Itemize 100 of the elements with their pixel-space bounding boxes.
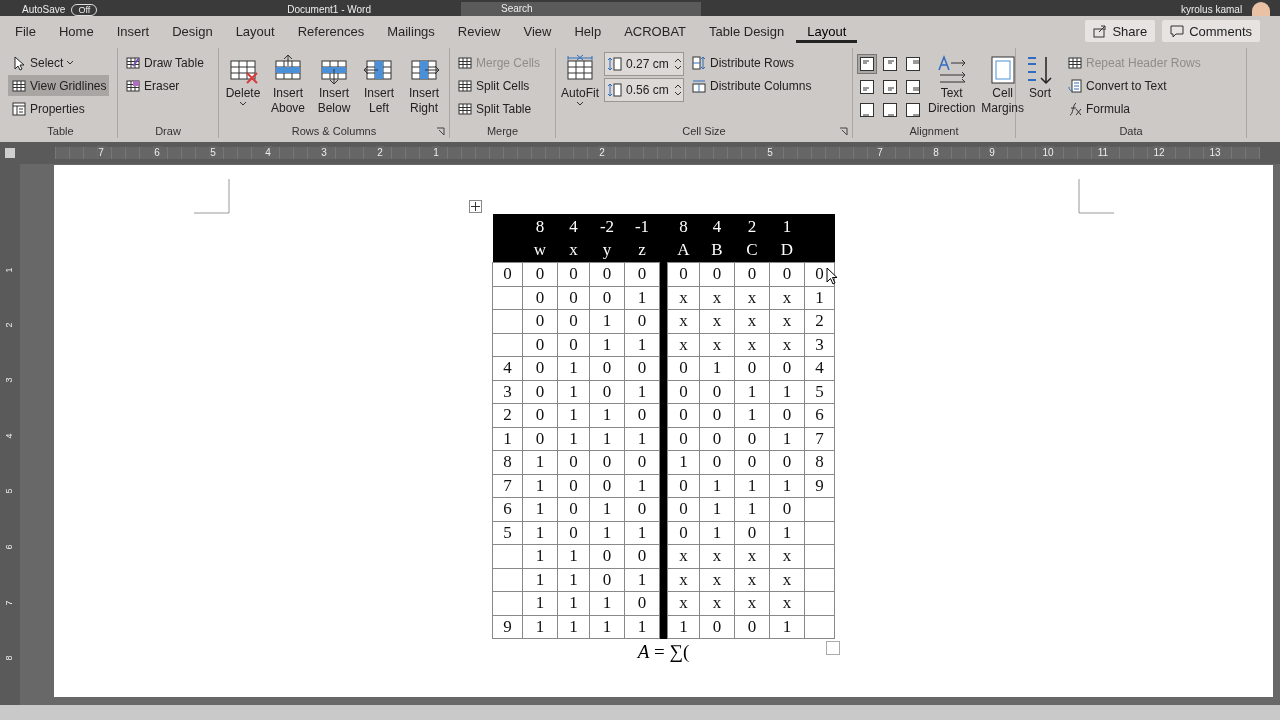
avatar[interactable] xyxy=(1252,2,1271,16)
table-cell xyxy=(804,521,835,545)
table-cell: 5 xyxy=(492,521,523,545)
resize-handle-icon[interactable] xyxy=(826,641,840,655)
ribbon-button[interactable]: Insert Left xyxy=(359,52,399,118)
ribbon-button[interactable]: AutoFit xyxy=(560,52,600,109)
table-cell xyxy=(492,544,523,568)
table-icon xyxy=(457,77,473,94)
ribbon-button[interactable]: View Gridlines xyxy=(8,75,110,96)
table-cell xyxy=(492,591,523,615)
ribbon-tab[interactable]: Help xyxy=(563,20,613,42)
ribbon-button[interactable]: Distribute Rows xyxy=(688,52,815,73)
table-cell: 6 xyxy=(492,497,523,521)
table-cell: x xyxy=(667,568,700,592)
size-field[interactable]: 0.56 cm xyxy=(604,78,684,102)
row-height-icon xyxy=(607,56,623,72)
ribbon-button[interactable]: Eraser xyxy=(122,75,207,96)
properties-icon xyxy=(11,100,27,117)
ribbon-button[interactable]: Text Direction xyxy=(927,52,977,118)
dialog-launcher-icon[interactable] xyxy=(839,127,848,136)
header-cell: 2 C xyxy=(734,214,770,263)
ribbon-button[interactable]: Distribute Columns xyxy=(688,75,815,96)
search-field[interactable]: Search xyxy=(460,2,701,16)
ribbon-button[interactable]: Formula xyxy=(1064,98,1204,119)
table-cell: 7 xyxy=(492,474,523,498)
ribbon-button[interactable]: Select xyxy=(8,52,110,73)
align-button[interactable] xyxy=(903,54,923,74)
table-cell: 1 xyxy=(589,615,625,639)
table-cell xyxy=(804,591,835,615)
ruler-number: 10 xyxy=(1041,146,1055,159)
ribbon-tab[interactable]: Mailings xyxy=(376,20,446,42)
align-button[interactable] xyxy=(903,77,923,97)
align-button[interactable] xyxy=(903,100,923,120)
align-button[interactable] xyxy=(857,77,877,97)
size-field[interactable]: 0.27 cm xyxy=(604,52,684,76)
table-cell: 8 xyxy=(492,450,523,474)
align-button[interactable] xyxy=(880,100,900,120)
ruler-number: 7 xyxy=(876,146,884,159)
table-cell: 1 xyxy=(624,521,660,545)
ribbon-button[interactable]: Insert Right xyxy=(403,52,445,118)
table-cell: 0 xyxy=(589,380,625,404)
table-cell: 0 xyxy=(624,544,660,568)
ruler-number: 8 xyxy=(3,655,14,661)
align-button[interactable] xyxy=(857,54,877,74)
table-cell: 0 xyxy=(589,262,625,286)
ribbon-button[interactable]: Convert to Text xyxy=(1064,75,1204,96)
table-cell: 0 xyxy=(804,262,835,286)
table-cell: 2 xyxy=(804,309,835,333)
table-cell: 0 xyxy=(769,262,805,286)
share-icon xyxy=(1093,24,1108,38)
ribbon-tab[interactable]: Insert xyxy=(105,20,161,42)
table-cell: 0 xyxy=(557,497,590,521)
alignment-icon xyxy=(883,80,897,94)
window-title: Document1 - Word xyxy=(287,4,371,16)
group-label: Table xyxy=(46,124,75,138)
table-cell: 1 xyxy=(589,333,625,357)
table-cell: x xyxy=(734,333,770,357)
ribbon-button[interactable]: Insert Above xyxy=(267,52,309,118)
ribbon-tab[interactable]: Review xyxy=(446,20,512,42)
table-cell xyxy=(492,568,523,592)
ribbon-button[interactable]: Split Cells xyxy=(454,75,544,96)
table-cell: 1 xyxy=(557,615,590,639)
group-label: Merge xyxy=(485,124,520,138)
ribbon-button[interactable]: Draw Table xyxy=(122,52,207,73)
ribbon-tab[interactable]: Table Design xyxy=(698,20,796,42)
corner-mark xyxy=(194,179,230,214)
table-cell: x xyxy=(769,568,805,592)
ribbon-tab[interactable]: File xyxy=(4,20,47,42)
move-handle-icon[interactable] xyxy=(469,200,482,213)
table-cell: 0 xyxy=(624,262,660,286)
dialog-launcher-icon[interactable] xyxy=(436,127,445,136)
header-cell xyxy=(492,214,523,263)
table-cell: 0 xyxy=(667,403,700,427)
ribbon-button[interactable]: Split Table xyxy=(454,98,544,119)
ribbon-tab[interactable]: View xyxy=(512,20,563,42)
alignment-icon xyxy=(906,80,920,94)
ribbon-tab[interactable]: Layout xyxy=(796,19,858,43)
ribbon-tab[interactable]: Design xyxy=(161,20,224,42)
ribbon-tab[interactable]: References xyxy=(286,20,376,42)
ribbon-tab[interactable]: ACROBAT xyxy=(613,20,698,42)
table-cell: 0 xyxy=(557,262,590,286)
table-cell: 0 xyxy=(734,615,770,639)
share-button[interactable]: Share xyxy=(1085,20,1156,42)
table-cell: x xyxy=(667,544,700,568)
ribbon-button[interactable]: Properties xyxy=(8,98,110,119)
align-button[interactable] xyxy=(880,77,900,97)
align-button[interactable] xyxy=(880,54,900,74)
align-button[interactable] xyxy=(857,100,877,120)
ribbon-tab[interactable]: Layout xyxy=(224,20,286,42)
table-icon xyxy=(457,100,473,117)
ribbon-tab[interactable]: Home xyxy=(47,20,105,42)
pencil-table-icon xyxy=(125,54,141,71)
ribbon-button[interactable]: Insert Below xyxy=(313,52,355,118)
ribbon-button[interactable]: Delete xyxy=(223,52,263,109)
table-cell: 0 xyxy=(522,309,558,333)
table-cell: 1 xyxy=(557,356,590,380)
comments-button[interactable]: Comments xyxy=(1162,20,1260,42)
table-cell: x xyxy=(699,568,735,592)
ruler-number: 2 xyxy=(598,146,606,159)
table-cell: 0 xyxy=(522,403,558,427)
